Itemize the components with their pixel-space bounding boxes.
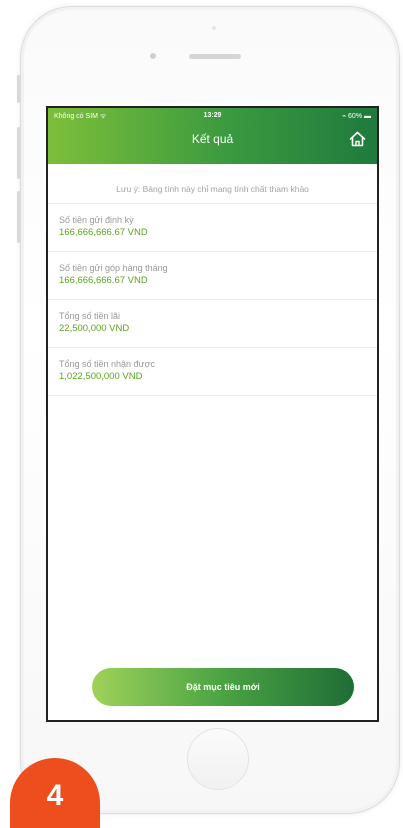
result-row-total-interest: Tổng số tiền lãi 22,500,000 VND xyxy=(48,300,377,348)
home-icon xyxy=(349,131,365,147)
result-value: 1,022,500,000 VND xyxy=(59,371,143,382)
result-value: 166,666,666.67 VND xyxy=(59,227,148,238)
result-label: Tổng số tiền nhận được xyxy=(59,359,155,369)
result-label: Số tiền gửi định kỳ xyxy=(59,215,134,225)
volume-up-button xyxy=(17,127,20,179)
app-header: Không có SIM ᯤ 13:29 ⌁ 60% ▬ Kết quả xyxy=(48,108,377,164)
new-goal-button[interactable]: Đặt mục tiêu mới xyxy=(92,668,354,706)
sensor-dot xyxy=(212,26,216,30)
battery-indicator: ⌁ 60% ▬ xyxy=(341,113,371,120)
app-screen: Không có SIM ᯤ 13:29 ⌁ 60% ▬ Kết quả Lưu… xyxy=(46,106,379,722)
result-value: 22,500,000 VND xyxy=(59,323,130,334)
earpiece-speaker xyxy=(189,54,241,59)
result-value: 166,666,666.67 VND xyxy=(59,275,148,286)
result-row-total-received: Tổng số tiền nhận được 1,022,500,000 VND xyxy=(48,348,377,396)
phone-home-button xyxy=(187,728,249,790)
status-bar: Không có SIM ᯤ 13:29 ⌁ 60% ▬ xyxy=(48,112,377,122)
volume-down-button xyxy=(17,191,20,243)
side-button xyxy=(17,75,20,103)
home-button[interactable] xyxy=(346,128,368,150)
result-row-periodic-deposit: Số tiền gửi định kỳ 166,666,666.67 VND xyxy=(48,204,377,252)
results-list: Số tiền gửi định kỳ 166,666,666.67 VND S… xyxy=(48,203,377,396)
result-label: Tổng số tiền lãi xyxy=(59,311,121,321)
result-row-monthly-deposit: Số tiền gửi góp hàng tháng 166,666,666.6… xyxy=(48,252,377,300)
disclaimer-note: Lưu ý: Bảng tính này chỉ mang tính chất … xyxy=(116,184,309,194)
front-camera xyxy=(150,53,156,59)
status-time: 13:29 xyxy=(203,112,222,119)
page-title: Kết quả xyxy=(191,132,234,146)
result-label: Số tiền gửi góp hàng tháng xyxy=(59,263,168,273)
